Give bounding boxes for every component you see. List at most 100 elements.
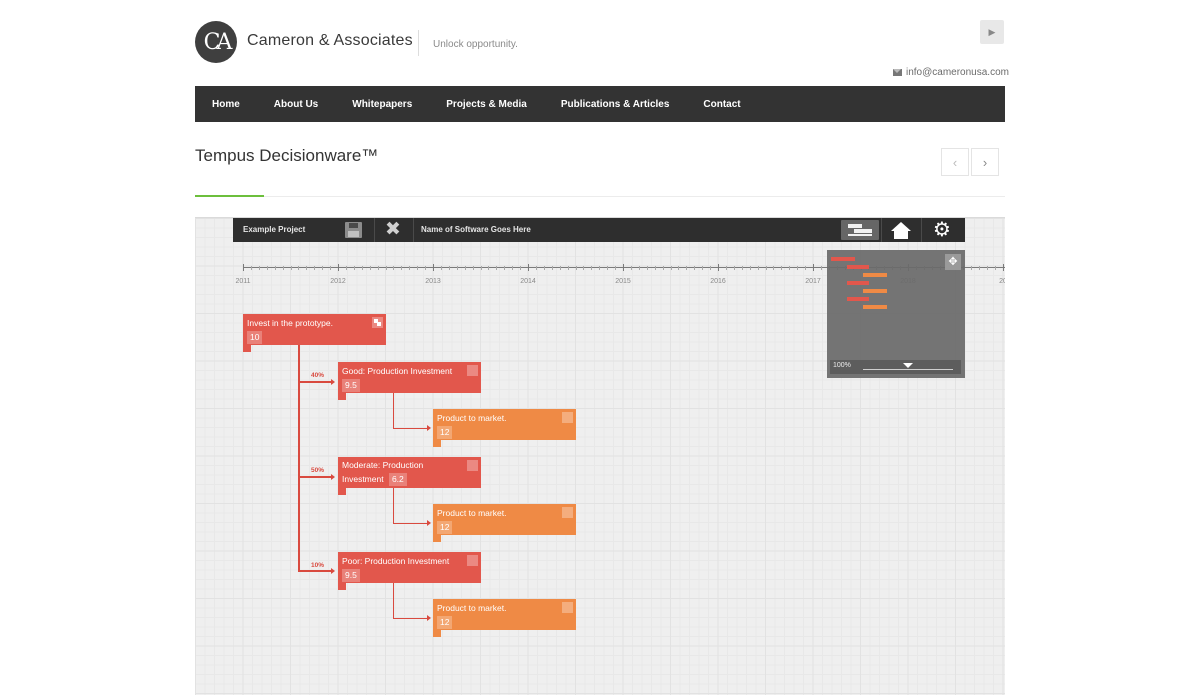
minimap-zoom-bar: 100% bbox=[830, 360, 961, 374]
timeline-minor-tick bbox=[599, 266, 601, 270]
timeline-minor-tick bbox=[409, 266, 411, 270]
timeline-minor-tick bbox=[322, 266, 324, 270]
nav-item-whitepapers[interactable]: Whitepapers bbox=[335, 99, 412, 110]
nav-item-home[interactable]: Home bbox=[195, 99, 240, 110]
node-handle[interactable] bbox=[338, 583, 346, 590]
timeline-major-tick bbox=[433, 264, 434, 271]
expand-icon[interactable] bbox=[467, 365, 478, 376]
home-icon[interactable] bbox=[890, 220, 912, 240]
node-handle[interactable] bbox=[338, 393, 346, 400]
nav-item-about-us[interactable]: About Us bbox=[257, 99, 318, 110]
expand-icon[interactable] bbox=[562, 602, 573, 613]
expand-icon[interactable] bbox=[562, 507, 573, 518]
arrow-icon bbox=[331, 568, 335, 574]
outcome-node[interactable]: Product to market. 12 bbox=[433, 599, 576, 630]
nav-item-publications-articles[interactable]: Publications & Articles bbox=[544, 99, 670, 110]
timeline-major-tick bbox=[528, 264, 529, 271]
node-value: 12 bbox=[437, 426, 453, 439]
root-decision-node[interactable]: Invest in the prototype. 10 bbox=[243, 314, 386, 345]
email-contact[interactable]: info@cameronusa.com bbox=[893, 67, 1009, 78]
logo[interactable]: CA bbox=[195, 21, 237, 63]
nav-item-projects-media[interactable]: Projects & Media bbox=[429, 99, 527, 110]
node-handle[interactable] bbox=[433, 630, 441, 637]
decision-node-good[interactable]: Good: Production Investment 9.5 bbox=[338, 362, 481, 393]
timeline-major-tick bbox=[623, 264, 624, 271]
node-handle[interactable] bbox=[433, 440, 441, 447]
gear-icon[interactable]: ⚙ bbox=[933, 218, 951, 242]
timeline-minor-tick bbox=[250, 266, 252, 270]
expand-icon[interactable] bbox=[467, 555, 478, 566]
nav-item-contact[interactable]: Contact bbox=[686, 99, 740, 110]
save-icon[interactable] bbox=[345, 222, 362, 238]
timeline-minor-tick bbox=[401, 266, 403, 270]
expand-icon[interactable] bbox=[467, 460, 478, 471]
node-handle[interactable] bbox=[338, 488, 346, 495]
close-icon[interactable]: ✖ bbox=[385, 219, 401, 241]
timeline-minor-tick bbox=[480, 266, 482, 270]
chevron-down-icon[interactable] bbox=[903, 363, 913, 368]
node-title: Good: Production Investment bbox=[342, 366, 453, 376]
timeline-minor-tick bbox=[607, 266, 609, 270]
decision-node-poor[interactable]: Poor: Production Investment 9.5 bbox=[338, 552, 481, 583]
outcome-node[interactable]: Product to market. 12 bbox=[433, 504, 576, 535]
timeline-minor-tick bbox=[369, 266, 371, 270]
node-value: 6.2 bbox=[388, 473, 407, 486]
timeline-year-label: 20 bbox=[999, 278, 1005, 285]
decision-node-moderate[interactable]: Moderate: Production Investment 6.2 bbox=[338, 457, 481, 488]
arrow-icon bbox=[427, 520, 431, 526]
node-handle[interactable] bbox=[433, 535, 441, 542]
timeline-minor-tick bbox=[575, 266, 577, 270]
timeline-minor-tick bbox=[654, 266, 656, 270]
timeline-minor-tick bbox=[773, 266, 775, 270]
timeline-minor-tick bbox=[979, 266, 981, 270]
child-connector bbox=[393, 618, 427, 619]
tagline: Unlock opportunity. bbox=[433, 39, 518, 50]
timeline-major-tick bbox=[718, 264, 719, 271]
timeline-minor-tick bbox=[757, 266, 759, 270]
timeline-minor-tick bbox=[417, 266, 419, 270]
timeline-minor-tick bbox=[987, 266, 989, 270]
email-address[interactable]: info@cameronusa.com bbox=[906, 67, 1009, 78]
minimap[interactable]: ✥ 100% bbox=[827, 250, 965, 378]
expand-icon[interactable] bbox=[562, 412, 573, 423]
timeline-year-label: 2015 bbox=[615, 278, 631, 285]
timeline-minor-tick bbox=[456, 266, 458, 270]
timeline-minor-tick bbox=[797, 266, 799, 270]
timeline-major-tick bbox=[813, 264, 814, 271]
software-name: Name of Software Goes Here bbox=[421, 225, 531, 234]
collapse-icon[interactable] bbox=[372, 317, 383, 328]
branch-probability: 50% bbox=[311, 467, 325, 474]
brand-name[interactable]: Cameron & Associates bbox=[247, 32, 413, 50]
arrow-icon bbox=[331, 474, 335, 480]
timeline-minor-tick bbox=[393, 266, 395, 270]
node-handle[interactable] bbox=[243, 345, 251, 352]
node-value: 10 bbox=[247, 331, 263, 344]
minimap-bar bbox=[831, 257, 855, 261]
zoom-level: 100% bbox=[833, 362, 851, 369]
arrow-icon bbox=[427, 425, 431, 431]
timeline-minor-tick bbox=[377, 266, 379, 270]
timeline-minor-tick bbox=[805, 266, 807, 270]
timeline-minor-tick bbox=[559, 266, 561, 270]
timeline-minor-tick bbox=[615, 266, 617, 270]
timeline-minor-tick bbox=[591, 266, 593, 270]
next-button[interactable]: › bbox=[971, 148, 999, 176]
outcome-node[interactable]: Product to market. 12 bbox=[433, 409, 576, 440]
child-connector bbox=[393, 428, 427, 429]
timeline-minor-tick bbox=[678, 266, 680, 270]
timeline-minor-tick bbox=[543, 266, 545, 270]
zoom-slider[interactable] bbox=[863, 369, 953, 370]
timeline-minor-tick bbox=[282, 266, 284, 270]
timeline-minor-tick bbox=[741, 266, 743, 270]
youtube-icon[interactable]: ▶ bbox=[980, 20, 1004, 44]
minimap-bar bbox=[847, 265, 869, 269]
prev-button[interactable]: ‹ bbox=[941, 148, 969, 176]
timeline-minor-tick bbox=[725, 266, 727, 270]
branch-connector bbox=[298, 570, 332, 572]
project-name[interactable]: Example Project bbox=[243, 225, 305, 234]
timeline-minor-tick bbox=[789, 266, 791, 270]
move-icon[interactable]: ✥ bbox=[945, 254, 961, 270]
gantt-view-icon[interactable] bbox=[841, 220, 879, 240]
branch-probability: 10% bbox=[311, 562, 325, 569]
timeline-minor-tick bbox=[385, 266, 387, 270]
